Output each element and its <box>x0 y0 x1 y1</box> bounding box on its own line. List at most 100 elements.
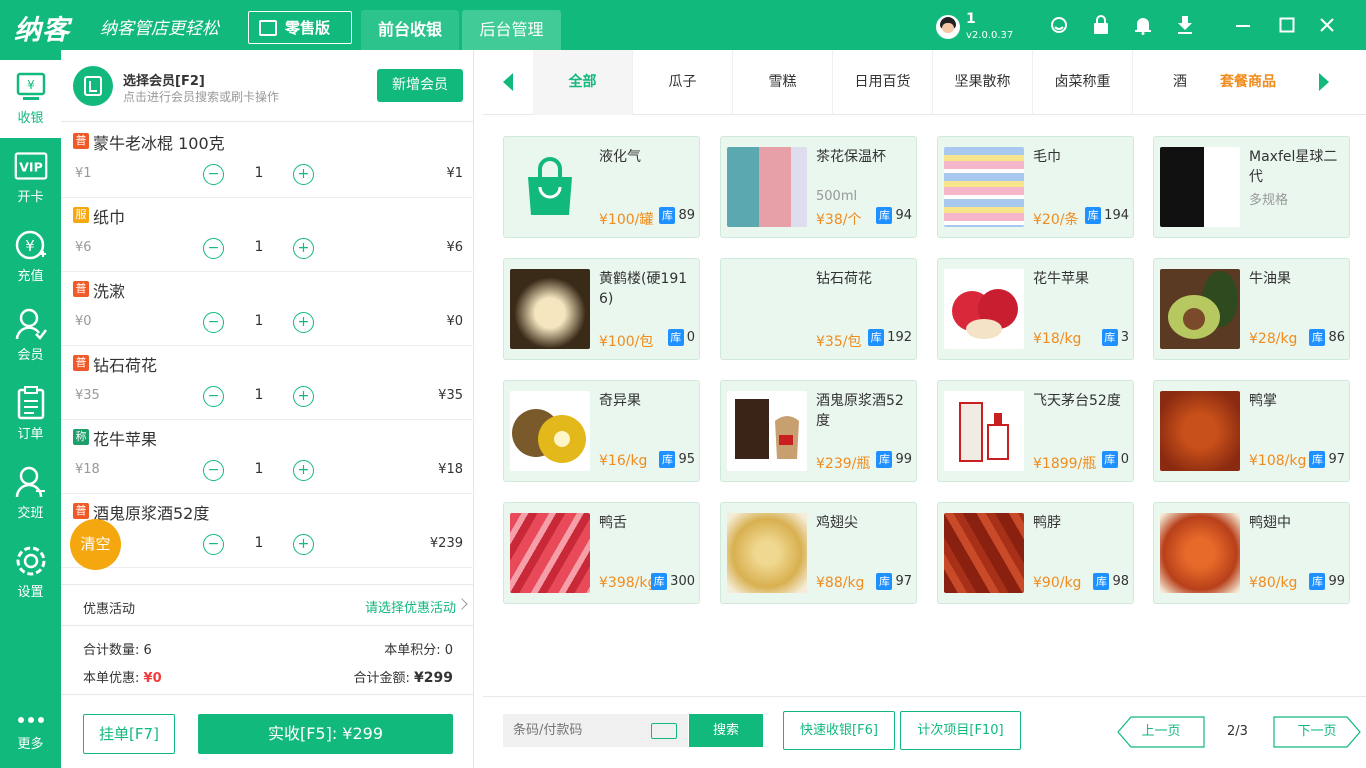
tab-back-office[interactable]: 后台管理 <box>462 10 561 50</box>
sidebar-item-shift[interactable]: 交班 <box>0 455 61 533</box>
pay-button[interactable]: 实收[F5]: ¥299 <box>198 714 453 754</box>
member-select[interactable]: 选择会员[F2] 点击进行会员搜索或刷卡操作 新增会员 <box>61 50 474 122</box>
category-next-icon[interactable] <box>1319 73 1329 91</box>
category-item[interactable]: 卤菜称重 <box>1033 50 1133 115</box>
stock-tag: 库 <box>1085 207 1102 224</box>
sidebar-item-more[interactable]: 更多 <box>0 690 61 760</box>
decrease-qty-button[interactable]: − <box>203 534 224 555</box>
maximize-icon[interactable] <box>1276 14 1298 36</box>
product-card[interactable]: 钻石荷花 ¥35/包 库 192 <box>720 258 917 360</box>
category-item[interactable]: 酒 <box>1133 50 1233 115</box>
product-card[interactable]: 花牛苹果 ¥18/kg 库3 <box>937 258 1134 360</box>
product-card[interactable]: 鸭翅中 ¥80/kg 库 99 <box>1153 502 1350 604</box>
product-card[interactable]: Maxfel星球二代 多规格 <box>1153 136 1350 238</box>
cart-item[interactable]: 普 蒙牛老冰棍 100克 ¥1 − 1 + ¥1 <box>61 124 474 198</box>
category-item[interactable]: 坚果散称 <box>933 50 1033 115</box>
product-type-tag: 普 <box>73 503 89 519</box>
prev-page-button[interactable]: 上一页 <box>1117 716 1205 748</box>
user-info[interactable]: 1 v2.0.0.37 <box>936 12 1013 42</box>
sidebar-item-settings[interactable]: 设置 <box>0 534 61 612</box>
sidebar-item-cashier[interactable]: ¥ 收银 <box>0 60 61 138</box>
cart-item[interactable]: 服 纸巾 ¥6 − 1 + ¥6 <box>61 198 474 272</box>
product-card[interactable]: 鸭掌 ¥108/kg 库 97 <box>1153 380 1350 482</box>
cart-item-qty[interactable]: 1 <box>251 165 267 181</box>
cart-item-price: ¥1 <box>75 166 92 181</box>
next-page-button[interactable]: 下一页 <box>1273 716 1361 748</box>
category-all[interactable]: 全部 <box>533 50 633 115</box>
cart-item[interactable]: 称 花牛苹果 ¥18 − 1 + ¥18 <box>61 420 474 494</box>
cart-item-qty[interactable]: 1 <box>251 461 267 477</box>
cart-item[interactable]: 普 洗漱 ¥0 − 1 + ¥0 <box>61 272 474 346</box>
increase-qty-button[interactable]: + <box>293 312 314 333</box>
support-icon[interactable] <box>1048 14 1070 36</box>
keyboard-icon[interactable] <box>651 723 677 739</box>
product-image <box>510 513 590 593</box>
stock-tag: 库 <box>667 329 684 346</box>
category-prev-icon[interactable] <box>503 73 513 91</box>
category-item[interactable]: 雪糕 <box>733 50 833 115</box>
product-card[interactable]: 毛巾 ¥20/条 库 194 <box>937 136 1134 238</box>
promotion-select[interactable]: 请选择优惠活动 <box>365 597 456 616</box>
cart-item-qty[interactable]: 1 <box>251 239 267 255</box>
barcode-field[interactable] <box>503 714 688 747</box>
category-item[interactable]: 日用百货 <box>833 50 933 115</box>
lock-icon[interactable] <box>1090 14 1112 36</box>
decrease-qty-button[interactable]: − <box>203 386 224 407</box>
count-items-button[interactable]: 计次项目[F10] <box>900 711 1021 750</box>
cart-item-qty[interactable]: 1 <box>251 313 267 329</box>
decrease-qty-button[interactable]: − <box>203 312 224 333</box>
app-version: v2.0.0.37 <box>966 30 1014 41</box>
cart-item[interactable]: 普 钻石荷花 ¥35 − 1 + ¥35 <box>61 346 474 420</box>
product-area: 全部 瓜子 雪糕 日用百货 坚果散称 卤菜称重 酒 套餐商品 液化气 ¥100/… <box>483 50 1366 768</box>
bell-icon[interactable] <box>1132 14 1154 36</box>
product-price: ¥1899/瓶 <box>1033 456 1097 472</box>
product-card[interactable]: 奇异果 ¥16/kg 库 95 <box>503 380 700 482</box>
total-amount: ¥299 <box>414 670 453 686</box>
increase-qty-button[interactable]: + <box>293 460 314 481</box>
product-name: 酒鬼原浆酒52度 <box>816 393 904 429</box>
total-amount-label: 合计金额: <box>353 671 410 686</box>
minimize-icon[interactable] <box>1232 14 1254 36</box>
download-icon[interactable] <box>1174 14 1196 36</box>
category-item[interactable]: 瓜子 <box>633 50 733 115</box>
decrease-qty-button[interactable]: − <box>203 460 224 481</box>
more-icon <box>14 710 48 730</box>
sidebar-item-order[interactable]: 订单 <box>0 376 61 454</box>
product-image <box>944 513 1024 593</box>
increase-qty-button[interactable]: + <box>293 238 314 259</box>
sidebar-item-member[interactable]: 会员 <box>0 297 61 375</box>
product-card[interactable]: 牛油果 ¥28/kg 库 86 <box>1153 258 1350 360</box>
promotion-row[interactable]: 优惠活动 请选择优惠活动 <box>61 584 474 626</box>
quick-cashier-button[interactable]: 快速收银[F6] <box>783 711 895 750</box>
product-card[interactable]: 茶花保温杯 500ml ¥38/个 库 94 <box>720 136 917 238</box>
product-card[interactable]: 酒鬼原浆酒52度 ¥239/瓶 库 99 <box>720 380 917 482</box>
hold-order-button[interactable]: 挂单[F7] <box>83 714 175 754</box>
sidebar-item-recharge[interactable]: ¥ 充值 <box>0 218 61 296</box>
increase-qty-button[interactable]: + <box>293 534 314 555</box>
product-card[interactable]: 飞天茅台52度 ¥1899/瓶 库0 <box>937 380 1134 482</box>
add-member-button[interactable]: 新增会员 <box>377 69 463 102</box>
decrease-qty-button[interactable]: − <box>203 238 224 259</box>
search-button[interactable]: 搜索 <box>689 714 763 747</box>
product-card[interactable]: 鸡翅尖 ¥88/kg 库 97 <box>720 502 917 604</box>
product-card[interactable]: 鸭脖 ¥90/kg 库 98 <box>937 502 1134 604</box>
stock-tag: 库 <box>1101 329 1118 346</box>
increase-qty-button[interactable]: + <box>293 386 314 407</box>
product-card[interactable]: 鸭舌 ¥398/kg 库 300 <box>503 502 700 604</box>
barcode-input[interactable] <box>513 714 643 747</box>
product-price: ¥398/kg <box>599 575 657 591</box>
sidebar-item-open-card[interactable]: VIP 开卡 <box>0 139 61 217</box>
close-icon[interactable] <box>1316 14 1338 36</box>
product-stock: 库 300 <box>651 573 695 590</box>
edition-badge[interactable]: 零售版 <box>248 11 352 44</box>
cart-item-qty[interactable]: 1 <box>251 535 267 551</box>
cart-item[interactable]: 普 酒鬼原浆酒52度 − 1 + ¥239 <box>61 494 474 568</box>
decrease-qty-button[interactable]: − <box>203 164 224 185</box>
category-package[interactable]: 套餐商品 <box>1220 50 1276 115</box>
increase-qty-button[interactable]: + <box>293 164 314 185</box>
cart-item-qty[interactable]: 1 <box>251 387 267 403</box>
product-card[interactable]: 液化气 ¥100/罐 库 89 <box>503 136 700 238</box>
clear-cart-button[interactable]: 清空 <box>70 519 121 570</box>
tab-front-cashier[interactable]: 前台收银 <box>361 10 459 50</box>
product-card[interactable]: 黄鹤楼(硬1916) ¥100/包 库0 <box>503 258 700 360</box>
